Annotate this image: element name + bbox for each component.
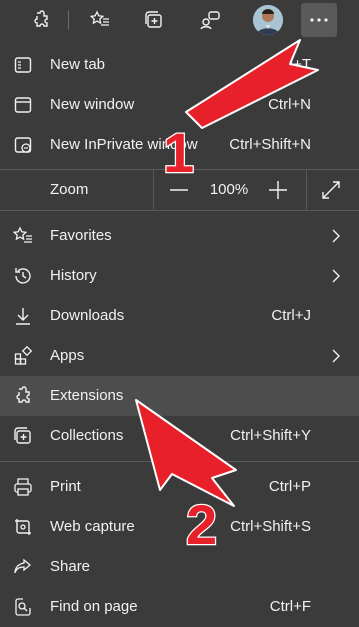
menu-item-label: New tab xyxy=(50,56,106,73)
share-icon xyxy=(14,558,32,574)
menu-item-label: Web capture xyxy=(50,518,135,535)
menu-item-label: History xyxy=(50,267,97,284)
menu-item-shortcut: Ctrl+Shift+Y xyxy=(230,427,311,444)
plus-icon xyxy=(269,181,287,199)
settings-and-more-button[interactable] xyxy=(301,3,337,37)
zoom-separator xyxy=(153,170,154,210)
menu-item-shortcut: Ctrl+J xyxy=(271,307,311,324)
profile-avatar[interactable] xyxy=(253,5,283,35)
inprivate-icon xyxy=(14,137,32,153)
chevron-right-icon xyxy=(332,229,340,243)
menu-item-apps[interactable]: Apps xyxy=(0,336,359,376)
menu-item-shortcut: Ctrl+Shift+N xyxy=(229,136,311,153)
menu-item-downloads[interactable]: Downloads Ctrl+J xyxy=(0,296,359,336)
collections-icon xyxy=(145,11,162,28)
favorites-star-icon xyxy=(89,10,109,26)
collections-icon xyxy=(14,427,31,444)
menu-item-extensions[interactable]: Extensions xyxy=(0,376,359,416)
menu-item-print[interactable]: Print Ctrl+P xyxy=(0,467,359,507)
menu-item-label: Apps xyxy=(50,347,85,364)
menu-item-label: New InPrivate window xyxy=(50,136,198,153)
menu-item-find-on-page[interactable]: Find on page Ctrl+F xyxy=(0,587,359,627)
menu-item-new-window[interactable]: New window Ctrl+N xyxy=(0,85,359,125)
new-tab-icon xyxy=(14,57,32,73)
zoom-in-button[interactable] xyxy=(254,170,302,210)
menu-divider xyxy=(0,210,359,211)
history-icon xyxy=(15,268,31,284)
zoom-row: Zoom 100% xyxy=(0,170,359,210)
chevron-right-icon xyxy=(332,349,340,363)
web-capture-icon xyxy=(15,519,31,535)
menu-item-favorites[interactable]: Favorites xyxy=(0,216,359,256)
zoom-separator xyxy=(306,170,307,210)
menu-item-label: Share xyxy=(50,558,91,575)
extensions-toolbar-button[interactable] xyxy=(22,3,58,37)
menu-item-label: New window xyxy=(50,96,135,113)
printer-icon xyxy=(14,478,32,496)
apps-icon xyxy=(14,346,33,365)
zoom-out-button[interactable] xyxy=(155,170,203,210)
menu-item-label: Favorites xyxy=(50,227,112,244)
menu-item-shortcut: Ctrl+P xyxy=(268,478,311,495)
favorites-toolbar-button[interactable] xyxy=(82,3,118,37)
collections-toolbar-button[interactable] xyxy=(136,3,172,37)
menu-item-label: Collections xyxy=(50,427,124,444)
menu-item-shortcut: Ctrl+Shift+S xyxy=(230,518,311,535)
puzzle-icon xyxy=(34,10,48,27)
menu-item-web-capture[interactable]: Web capture Ctrl+Shift+S xyxy=(0,507,359,547)
fullscreen-button[interactable] xyxy=(308,170,354,210)
menu-item-label: Downloads xyxy=(50,307,125,324)
avatar-image xyxy=(253,5,283,35)
feedback-icon xyxy=(200,11,220,30)
find-on-page-icon xyxy=(15,598,31,616)
favorites-icon xyxy=(13,226,32,243)
menu-item-collections[interactable]: Collections Ctrl+Shift+Y xyxy=(0,416,359,456)
fullscreen-icon xyxy=(322,181,340,199)
download-icon xyxy=(16,308,30,325)
menu-item-new-inprivate-window[interactable]: New InPrivate window Ctrl+Shift+N xyxy=(0,125,359,165)
more-ellipsis-icon xyxy=(310,18,328,22)
new-window-icon xyxy=(14,97,32,113)
menu-item-label: Find on page xyxy=(50,598,138,615)
menu-item-shortcut: Ctrl+F xyxy=(269,598,311,615)
menu-divider xyxy=(0,461,359,462)
feedback-toolbar-button[interactable] xyxy=(192,3,228,37)
minus-icon xyxy=(170,189,188,191)
menu-item-label: Extensions xyxy=(50,387,124,404)
menu-item-history[interactable]: History xyxy=(0,256,359,296)
chevron-right-icon xyxy=(332,269,340,283)
menu-item-new-tab[interactable]: New tab Ctrl+T xyxy=(0,45,359,85)
extensions-icon xyxy=(16,386,30,403)
menu-item-shortcut: Ctrl+T xyxy=(269,56,311,73)
menu-item-share[interactable]: Share xyxy=(0,547,359,587)
zoom-label: Zoom xyxy=(50,181,89,198)
menu-item-label: Print xyxy=(50,478,81,495)
settings-menu: New tab Ctrl+T New window Ctrl+N New InP… xyxy=(0,40,359,627)
toolbar-divider xyxy=(68,10,69,30)
browser-toolbar xyxy=(0,0,359,40)
zoom-value: 100% xyxy=(209,181,249,198)
menu-item-shortcut: Ctrl+N xyxy=(268,96,311,113)
